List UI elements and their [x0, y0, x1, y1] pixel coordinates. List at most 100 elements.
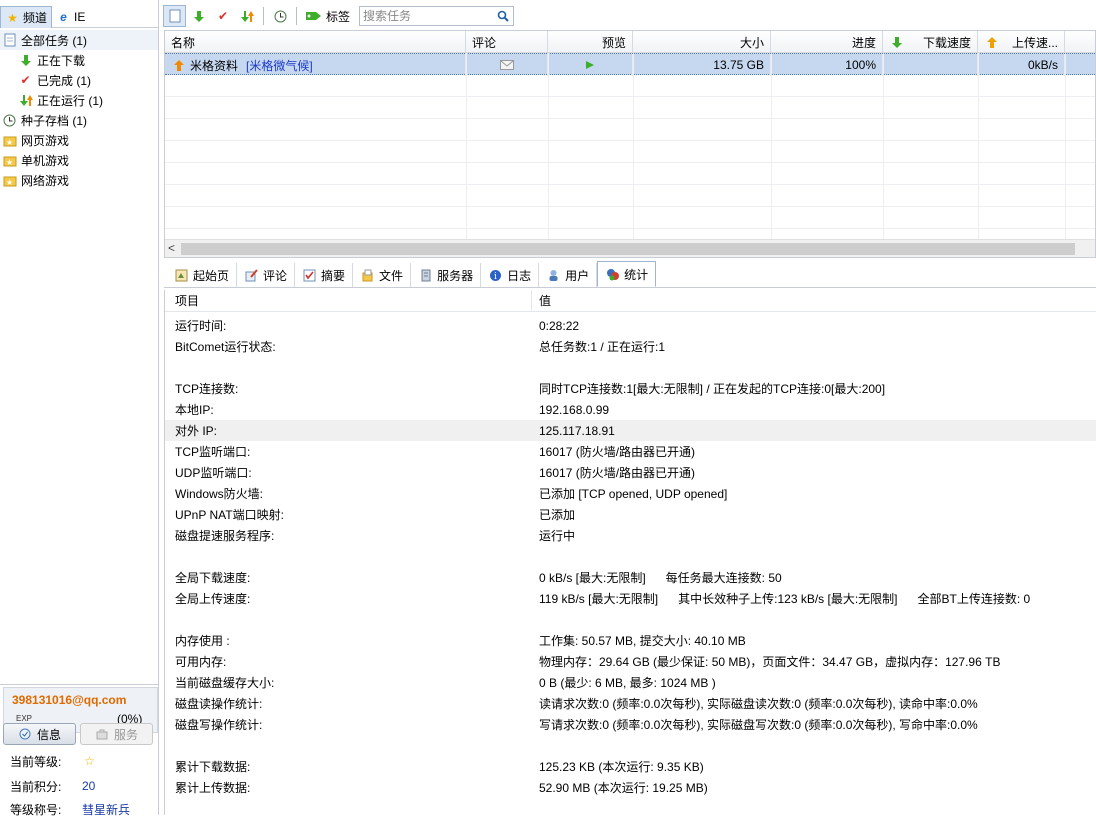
service-icon [95, 727, 110, 742]
tab-statistics[interactable]: 统计 [597, 261, 657, 287]
tab-label: 起始页 [193, 268, 230, 283]
tree-item-completed[interactable]: ✔ 已完成 (1) [0, 70, 158, 90]
stat-value: 0 kB/s [最大:无限制] 每任务最大连接数: 50 [539, 571, 782, 585]
search-input[interactable] [363, 9, 489, 23]
info-button-label: 信息 [36, 727, 61, 742]
stat-spacer-row [165, 735, 1096, 756]
tab-label: 日志 [507, 268, 532, 283]
service-button[interactable]: 服务 [80, 723, 153, 745]
col-header-preview[interactable]: 预览 [548, 31, 633, 53]
tree-item-downloading[interactable]: 正在下载 [0, 50, 158, 70]
col-header-upload-speed[interactable]: 上传速... [978, 31, 1065, 53]
tab-label: 用户 [565, 268, 590, 283]
col-header-name[interactable]: 名称 [165, 31, 466, 53]
stat-value: 125.117.18.91 [539, 423, 615, 438]
search-icon[interactable] [495, 9, 510, 24]
exp-label: EXP [16, 714, 33, 723]
col-header-value[interactable]: 值 [539, 292, 551, 309]
stat-value: 物理内存：29.64 GB (最少保证: 50 MB)，页面文件：34.47 G… [539, 655, 1001, 669]
tab-servers[interactable]: 服务器 [411, 263, 482, 287]
cell-progress: 100% [771, 54, 883, 76]
tab-start-page[interactable]: 起始页 [167, 263, 238, 287]
stat-value: 0:28:22 [539, 318, 580, 333]
task-tree: 全部任务 (1) 正在下载 ✔ 已完成 (1) 正在运行 (1) 种子存档 (1… [0, 30, 158, 190]
play-icon[interactable] [583, 58, 598, 73]
account-email[interactable]: 398131016@qq.com [12, 693, 126, 707]
up-down-arrows-icon [18, 93, 33, 108]
points-row: 当前积分: 20 [10, 776, 95, 796]
stat-value: 119 kB/s [最大:无限制] 其中长效种子上传:123 kB/s [最大:… [539, 592, 1031, 606]
empty-row [165, 163, 1095, 185]
stat-label: 可用内存: [175, 655, 227, 669]
task-tag[interactable]: [米格微气候] [246, 57, 313, 74]
tab-channel[interactable]: ★ 频道 [0, 6, 53, 28]
archive-filter-button[interactable] [269, 5, 291, 27]
tree-item-label: 种子存档 (1) [21, 113, 88, 128]
all-tasks-button[interactable] [163, 5, 186, 27]
level-label: 当前等级: [10, 754, 62, 769]
tab-users[interactable]: 用户 [539, 263, 598, 287]
clock-icon [273, 9, 288, 24]
stat-row: 磁盘读操作统计: 读请求次数:0 (频率:0.0次每秒), 实际磁盘读次数:0 (… [165, 693, 1096, 714]
envelope-icon[interactable] [499, 58, 514, 73]
scrollbar-thumb[interactable] [181, 243, 1075, 255]
tree-item-torrent-archive[interactable]: 种子存档 (1) [0, 110, 158, 130]
tag-button[interactable]: 标签 [302, 5, 353, 27]
grid-line [548, 53, 549, 239]
downloading-filter-button[interactable] [188, 5, 210, 27]
running-filter-button[interactable] [236, 5, 258, 27]
stat-row: 可用内存: 物理内存：29.64 GB (最少保证: 50 MB)，页面文件：34… [165, 651, 1096, 672]
horizontal-scrollbar[interactable]: < [165, 239, 1095, 257]
stat-label: Windows防火墙: [175, 487, 264, 501]
tree-item-single-games[interactable]: ★ 单机游戏 [0, 150, 158, 170]
empty-row [165, 119, 1095, 141]
tab-comment[interactable]: 评论 [237, 263, 296, 287]
tab-log[interactable]: i 日志 [481, 263, 540, 287]
info-icon: i [488, 268, 503, 283]
tree-item-running[interactable]: 正在运行 (1) [0, 90, 158, 110]
tree-item-web-games[interactable]: ★ 网页游戏 [0, 130, 158, 150]
cell-upload-speed: 0kB/s [978, 54, 1065, 76]
col-header-size[interactable]: 大小 [633, 31, 771, 53]
tree-item-online-games[interactable]: ★ 网络游戏 [0, 170, 158, 190]
home-icon [174, 268, 189, 283]
stat-value: 已添加 [TCP opened, UDP opened] [539, 487, 728, 501]
table-row[interactable]: 米格资料 [米格微气候] 13.75 GB 100% 0kB/s [165, 53, 1095, 76]
orange-up-arrow-icon [171, 58, 186, 73]
points-value: 20 [82, 779, 96, 793]
statistics-panel: 项目 值 运行时间: 0:28:22 BitComet运行状态: 总任务数:1 / 正… [164, 290, 1096, 815]
folder-star-icon: ★ [2, 133, 17, 148]
check-circle-icon [18, 727, 33, 742]
task-toolbar: ✔ 标签 [163, 4, 1096, 28]
tab-ie[interactable]: e IE [52, 6, 89, 28]
empty-row [165, 75, 1095, 97]
col-header-comment[interactable]: 评论 [466, 31, 548, 53]
tab-ie-label: IE [74, 10, 86, 24]
search-box [359, 6, 515, 26]
task-list-header: 名称 评论 预览 大小 进度 下载速度 上传速... [165, 31, 1095, 53]
stat-label: 本地IP: [175, 403, 214, 417]
completed-filter-button[interactable]: ✔ [212, 5, 234, 27]
col-header-upload-speed-label: 上传速... [1011, 35, 1058, 50]
col-header-progress[interactable]: 进度 [771, 31, 883, 53]
tree-item-label: 正在下载 [37, 53, 86, 68]
stat-row: 磁盘写操作统计: 写请求次数:0 (频率:0.0次每秒), 实际磁盘写次数:0 (… [165, 714, 1096, 735]
stat-spacer-row [165, 609, 1096, 630]
svg-text:★: ★ [6, 178, 13, 187]
col-header-download-speed[interactable]: 下载速度 [883, 31, 978, 53]
tab-summary[interactable]: 摘要 [295, 263, 354, 287]
grid-line [633, 53, 634, 239]
stat-value: 运行中 [539, 529, 576, 543]
empty-row [165, 185, 1095, 207]
col-header-item[interactable]: 项目 [175, 292, 199, 309]
tree-item-all-tasks[interactable]: 全部任务 (1) [0, 30, 158, 50]
user-icon [546, 268, 561, 283]
scroll-left-icon[interactable]: < [168, 241, 175, 255]
stat-label: 当前磁盘缓存大小: [175, 676, 275, 690]
stats-icon [605, 267, 620, 282]
red-check-icon: ✔ [20, 73, 31, 87]
tab-files[interactable]: 文件 [353, 263, 412, 287]
info-button[interactable]: 信息 [3, 723, 76, 745]
grid-line [883, 53, 884, 239]
clock-icon [2, 113, 17, 128]
